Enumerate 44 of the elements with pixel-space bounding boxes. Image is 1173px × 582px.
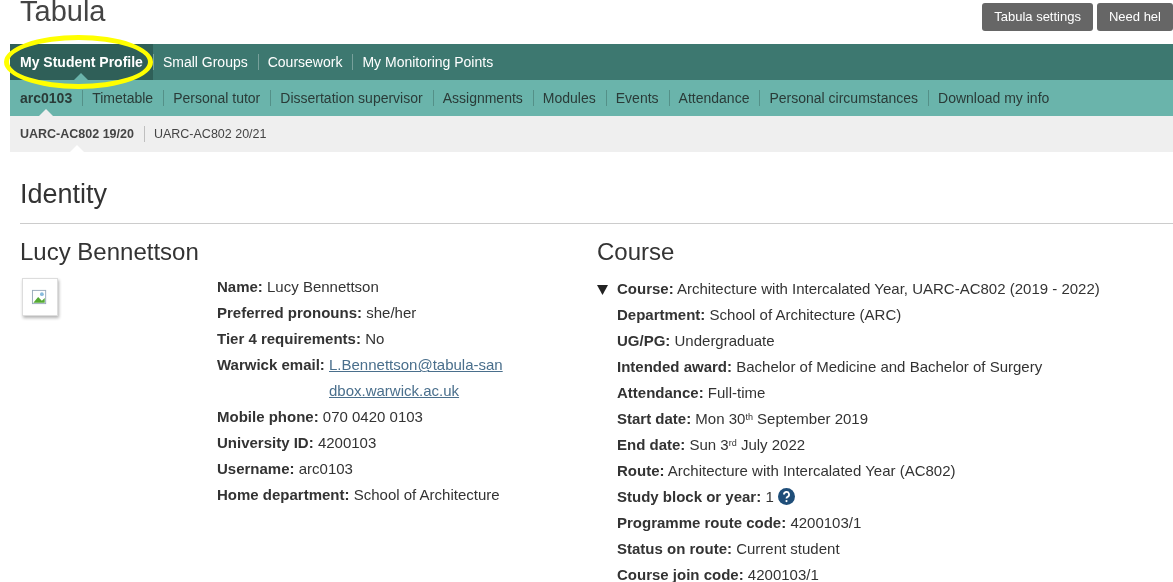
section-heading: Identity — [20, 174, 1173, 224]
nav-tab[interactable]: Timetable — [82, 80, 164, 116]
nav-tab[interactable]: Download my info — [928, 80, 1060, 116]
field-row-text: Mobile phone: 070 0420 0103 — [217, 407, 424, 428]
field-row-text: Attendance: Full-time — [616, 383, 767, 404]
nav-tab[interactable]: Personal circumstances — [759, 80, 929, 116]
nav-tab[interactable]: Events — [605, 80, 669, 116]
field-row-text: Route: Architecture with Intercalated Year (AC802) — [616, 461, 957, 482]
course-heading: Course — [597, 237, 676, 267]
email-link[interactable]: L.Bennettson@tabula-sandbox.warwick.ac.uk — [329, 352, 509, 405]
field-row-text: Status on route: Current student — [616, 539, 841, 560]
nav-tab[interactable]: Personal tutor — [163, 80, 271, 116]
help-icon[interactable] — [777, 488, 795, 506]
header-button[interactable]: Need hel — [1096, 3, 1173, 31]
course-tab[interactable]: UARC-AC802 20/21 — [143, 116, 277, 152]
field-row-text: Tier 4 requirements: No — [217, 329, 386, 350]
course-summary: Course: Architecture with Intercalated Year, UARC-AC802 (2019 - 2022) — [617, 279, 1100, 300]
broken-image-icon — [22, 278, 58, 317]
field-row: Study block or year: 1 — [597, 484, 1173, 511]
nav-tab[interactable]: Assignments — [432, 80, 533, 116]
nav-tab[interactable]: Small Groups — [152, 44, 258, 80]
nav-tab[interactable]: Attendance — [668, 80, 760, 116]
field-row-text: Department: School of Architecture (ARC) — [616, 305, 903, 326]
nav-tab[interactable]: Dissertation supervisor — [270, 80, 433, 116]
nav-tab[interactable]: Modules — [532, 80, 606, 116]
header-button[interactable]: Tabula settings — [982, 3, 1093, 31]
field-row-text: Start date: Mon 30$^{th}$ September 2019 — [616, 409, 869, 430]
field-row-text: Name: Lucy Bennettson — [217, 277, 380, 298]
expand-triangle-icon[interactable] — [597, 284, 608, 296]
field-label: Warwick email: — [217, 356, 325, 374]
nav-tab[interactable]: My Student Profile — [10, 44, 153, 80]
app-title: Tabula — [20, 0, 106, 29]
field-row-text: Programme route code: 4200103/1 — [616, 513, 863, 534]
nav-tab[interactable]: My Monitoring Points — [352, 44, 504, 80]
field-row-text: Home department: School of Architecture — [217, 485, 501, 506]
field-row-text: University ID: 4200103 — [217, 433, 378, 454]
course-tab[interactable]: UARC-AC802 19/20 — [10, 116, 144, 152]
student-name-heading: Lucy Bennettson — [20, 237, 200, 267]
field-row-text: Preferred pronouns: she/her — [217, 303, 418, 324]
nav-tab[interactable]: Coursework — [257, 44, 353, 80]
field-row-text: Intended award: Bachelor of Medicine and Bachelor of Surgery — [616, 357, 1044, 378]
field-row-text: Username: arc0103 — [217, 459, 354, 480]
field-row-text: End date: Sun 3$^{rd}$ July 2022 — [616, 435, 807, 456]
field-row-text: UG/PG: Undergraduate — [616, 331, 776, 352]
